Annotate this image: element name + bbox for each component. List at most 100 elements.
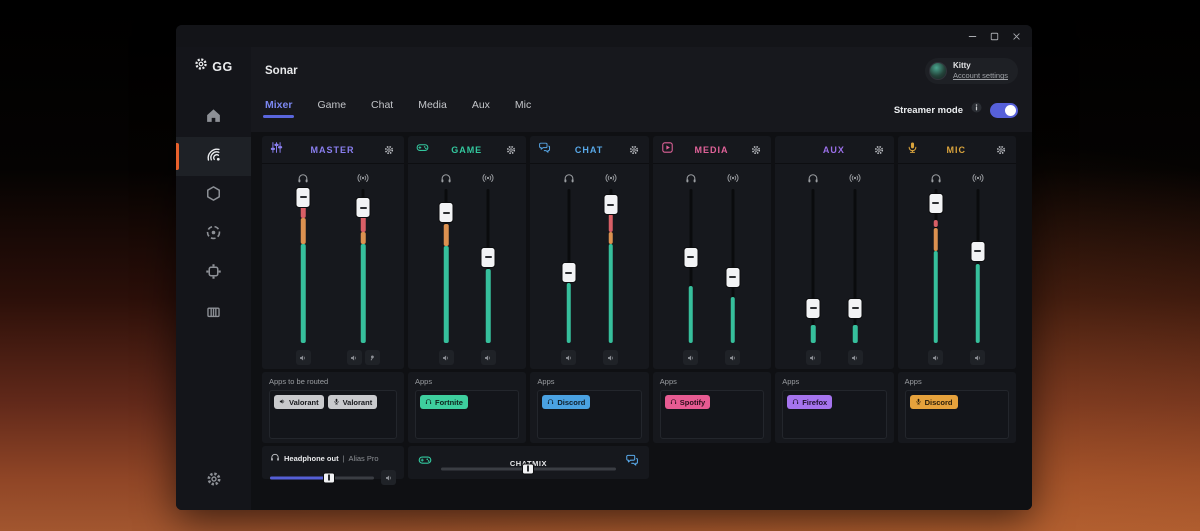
streamer-mode-toggle[interactable] bbox=[990, 103, 1018, 118]
speaker-mute-button[interactable] bbox=[603, 350, 618, 365]
sidebar-item-sonar[interactable] bbox=[176, 137, 251, 176]
speaker-mute-button[interactable] bbox=[806, 350, 821, 365]
slider-handle[interactable] bbox=[356, 197, 371, 218]
tab-mic[interactable]: Mic bbox=[515, 99, 531, 118]
app-chip-fortnite[interactable]: Fortnite bbox=[420, 395, 468, 409]
output-volume-slider[interactable] bbox=[270, 472, 374, 484]
slider-handle[interactable] bbox=[725, 267, 740, 288]
slider-track[interactable] bbox=[355, 189, 371, 343]
meter-segment bbox=[934, 251, 939, 343]
speaker-mute-button[interactable] bbox=[683, 350, 698, 365]
channel-settings-gear-icon[interactable] bbox=[504, 143, 518, 157]
slider-track[interactable] bbox=[847, 189, 863, 343]
faders-icon bbox=[270, 141, 283, 159]
logo-text: GG bbox=[212, 60, 232, 74]
speaker-mute-button[interactable] bbox=[725, 350, 740, 365]
apps-label: Apps bbox=[660, 377, 764, 386]
game-stream-slider bbox=[473, 171, 503, 369]
slider-handle[interactable] bbox=[928, 193, 943, 214]
app-chip-valorant[interactable]: Valorant bbox=[328, 395, 378, 409]
mic-icon bbox=[915, 398, 922, 407]
slider-track[interactable] bbox=[480, 189, 496, 343]
sliders-area bbox=[262, 164, 404, 369]
apps-box: Discord bbox=[905, 390, 1009, 439]
chatmix-panel: CHATMIX bbox=[408, 446, 649, 479]
apps-box: Spotify bbox=[660, 390, 764, 439]
tab-mixer[interactable]: Mixer bbox=[265, 99, 292, 118]
app-chip-spotify[interactable]: Spotify bbox=[665, 395, 710, 409]
account-settings-link[interactable]: Account settings bbox=[953, 71, 1008, 80]
gg-logo: GG bbox=[194, 57, 232, 76]
speaker-mute-button[interactable] bbox=[481, 350, 496, 365]
headphone-icon bbox=[792, 398, 799, 407]
hslider-handle[interactable] bbox=[323, 472, 335, 483]
slider-handle[interactable] bbox=[683, 247, 698, 268]
speaker-mute-button[interactable] bbox=[296, 350, 311, 365]
slider-track[interactable] bbox=[683, 189, 699, 343]
channel-settings-gear-icon[interactable] bbox=[994, 143, 1008, 157]
sidebar-item-home[interactable] bbox=[176, 98, 251, 137]
app-chip-discord[interactable]: Discord bbox=[542, 395, 590, 409]
slider-track[interactable] bbox=[805, 189, 821, 343]
speaker-mute-button[interactable] bbox=[970, 350, 985, 365]
user-chip[interactable]: Kitty Account settings bbox=[925, 58, 1018, 83]
bleep-mute-button[interactable] bbox=[365, 350, 380, 365]
sidebar-item-moments[interactable] bbox=[176, 215, 251, 254]
headphone-icon bbox=[547, 398, 554, 407]
speaker-mute-button[interactable] bbox=[347, 350, 362, 365]
slider-track[interactable] bbox=[561, 189, 577, 343]
slider-handle[interactable] bbox=[296, 187, 311, 208]
mute-row bbox=[561, 350, 576, 365]
speaker-mute-button[interactable] bbox=[848, 350, 863, 365]
tab-game[interactable]: Game bbox=[317, 99, 346, 118]
slider-track[interactable] bbox=[438, 189, 454, 343]
sidebar-item-engine[interactable] bbox=[176, 176, 251, 215]
channel-settings-gear-icon[interactable] bbox=[749, 143, 763, 157]
slider-track[interactable] bbox=[725, 189, 741, 343]
slider-handle[interactable] bbox=[806, 298, 821, 319]
slider-handle[interactable] bbox=[603, 194, 618, 215]
channel-settings-gear-icon[interactable] bbox=[872, 143, 886, 157]
tab-media[interactable]: Media bbox=[418, 99, 447, 118]
slider-track[interactable] bbox=[970, 189, 986, 343]
tab-aux[interactable]: Aux bbox=[472, 99, 490, 118]
sidebar-item-capture[interactable] bbox=[176, 254, 251, 293]
maximize-button[interactable] bbox=[986, 28, 1002, 44]
headphone-icon bbox=[425, 398, 432, 407]
channel-settings-gear-icon[interactable] bbox=[627, 143, 641, 157]
slider-track[interactable] bbox=[295, 189, 311, 343]
sidebar-bottom bbox=[206, 471, 222, 492]
app-chip-firefox[interactable]: Firefox bbox=[787, 395, 832, 409]
sidebar-item-settings[interactable] bbox=[206, 471, 222, 492]
speaker-mute-button[interactable] bbox=[561, 350, 576, 365]
slider-handle[interactable] bbox=[561, 262, 576, 283]
slider-handle[interactable] bbox=[848, 298, 863, 319]
close-button[interactable] bbox=[1008, 28, 1024, 44]
output-slider-row bbox=[270, 470, 396, 485]
sidebar-item-gifts[interactable] bbox=[176, 293, 251, 332]
apps-label: Apps to be routed bbox=[269, 377, 397, 386]
slider-handle[interactable] bbox=[970, 241, 985, 262]
output-mute-button[interactable] bbox=[381, 470, 396, 485]
chat-icon bbox=[538, 141, 551, 159]
minimize-button[interactable] bbox=[964, 28, 980, 44]
chatmix-handle[interactable] bbox=[522, 463, 534, 474]
app-chip-discord[interactable]: Discord bbox=[910, 395, 958, 409]
info-icon[interactable] bbox=[970, 101, 983, 119]
headphone-out-panel: Headphone out|Alias Pro bbox=[262, 446, 404, 479]
slider-handle[interactable] bbox=[439, 202, 454, 223]
speaker-mute-button[interactable] bbox=[439, 350, 454, 365]
slider-track[interactable] bbox=[928, 189, 944, 343]
mic-icon bbox=[906, 141, 919, 159]
chatmix-center: CHATMIX bbox=[441, 457, 616, 469]
slider-handle[interactable] bbox=[481, 247, 496, 268]
chat-stream-slider bbox=[596, 171, 626, 369]
meter-segment bbox=[301, 244, 306, 343]
speaker-mute-button[interactable] bbox=[928, 350, 943, 365]
track-line bbox=[812, 189, 815, 343]
channel-settings-gear-icon[interactable] bbox=[382, 143, 396, 157]
slider-track[interactable] bbox=[603, 189, 619, 343]
app-chip-valorant[interactable]: Valorant bbox=[274, 395, 324, 409]
tab-chat[interactable]: Chat bbox=[371, 99, 393, 118]
pen-icon bbox=[783, 141, 796, 159]
